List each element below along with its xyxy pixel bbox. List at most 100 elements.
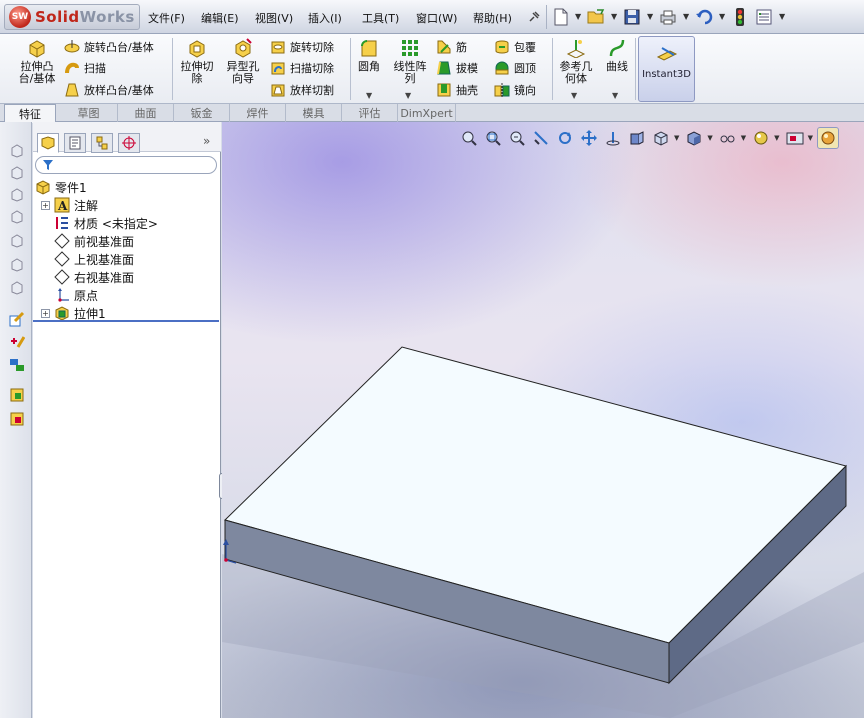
open-folder-icon[interactable] — [586, 7, 606, 27]
tree-item-annotations[interactable]: + A 注解 — [41, 196, 98, 214]
new-dropdown-icon[interactable]: ▼ — [575, 12, 581, 21]
fillet-button[interactable]: 圆角 — [354, 38, 384, 73]
instant3d-button[interactable]: Instant3D — [638, 36, 695, 102]
tree-item-origin[interactable]: 原点 — [54, 286, 98, 304]
print-icon[interactable] — [658, 7, 678, 27]
tree-item-front-plane[interactable]: 前视基准面 — [54, 232, 134, 250]
solidworks-logo[interactable]: SW SolidWorks — [4, 4, 140, 30]
dome-button[interactable]: 圆顶 — [494, 58, 536, 78]
menu-tools[interactable]: 工具(T) — [362, 10, 399, 26]
expand-toggle[interactable]: + — [41, 200, 50, 210]
linear-pattern-button[interactable]: 线性阵 列 — [388, 38, 432, 85]
tab-mold-tools[interactable]: 模具 — [286, 104, 342, 122]
zoom-to-fit-icon[interactable] — [458, 127, 480, 149]
curves-dropdown-icon[interactable]: ▼ — [612, 91, 618, 100]
reference-dropdown-icon[interactable]: ▼ — [571, 91, 577, 100]
loft-cut-button[interactable]: 放样切割 — [270, 80, 334, 100]
pin-menu-icon[interactable] — [524, 7, 544, 27]
extrude-boss-button[interactable]: 拉伸凸 台/基体 — [14, 38, 60, 85]
fillet-dropdown-icon[interactable]: ▼ — [366, 91, 372, 100]
edit-sketch-icon[interactable] — [8, 310, 26, 328]
property-manager-tab-icon[interactable] — [64, 133, 86, 153]
hole-wizard-button[interactable]: 异型孔 向导 — [222, 38, 264, 85]
save-dropdown-icon[interactable]: ▼ — [647, 12, 653, 21]
box-view-icon[interactable] — [8, 256, 26, 274]
feature-tree-filter[interactable] — [35, 156, 217, 174]
relations-icon[interactable] — [8, 356, 26, 374]
pan-view-icon[interactable] — [578, 127, 600, 149]
tab-features[interactable]: 特征 — [4, 104, 56, 123]
edit-appearance-icon[interactable] — [750, 127, 772, 149]
loft-boss-button[interactable]: 放样凸台/基体 — [64, 80, 154, 100]
pattern-dropdown-icon[interactable]: ▼ — [405, 91, 411, 100]
options-icon[interactable] — [754, 7, 774, 27]
menu-edit[interactable]: 编辑(E) — [201, 10, 239, 26]
previous-view-icon[interactable] — [506, 127, 528, 149]
expand-toggle[interactable]: + — [41, 308, 50, 318]
display-style-icon[interactable] — [683, 127, 705, 149]
configuration-manager-tab-icon[interactable] — [91, 133, 113, 153]
options-dropdown-icon[interactable]: ▼ — [779, 12, 785, 21]
menu-view[interactable]: 视图(V) — [255, 10, 293, 26]
undo-dropdown-icon[interactable]: ▼ — [719, 12, 725, 21]
dimxpert-manager-tab-icon[interactable] — [118, 133, 140, 153]
tree-item-top-plane[interactable]: 上视基准面 — [54, 250, 134, 268]
shell-button[interactable]: 抽壳 — [436, 80, 478, 100]
tab-sheet-metal[interactable]: 钣金 — [174, 104, 230, 122]
scene-dropdown-icon[interactable]: ▼ — [808, 134, 813, 142]
revolve-cut-button[interactable]: 旋转切除 — [270, 37, 334, 57]
tab-weldments[interactable]: 焊件 — [230, 104, 286, 122]
menu-file[interactable]: 文件(F) — [148, 10, 185, 26]
tab-surfaces[interactable]: 曲面 — [118, 104, 174, 122]
print-dropdown-icon[interactable]: ▼ — [683, 12, 689, 21]
menu-help[interactable]: 帮助(H) — [473, 10, 512, 26]
view-orientation-icon[interactable] — [626, 127, 648, 149]
sweep-button[interactable]: 扫描 — [64, 58, 106, 78]
sweep-cut-button[interactable]: 扫描切除 — [270, 58, 334, 78]
curves-button[interactable]: 曲线 — [602, 38, 632, 73]
box-view-icon[interactable] — [8, 186, 26, 204]
box-view-icon[interactable] — [8, 142, 26, 160]
rib-button[interactable]: 筋 — [436, 37, 467, 57]
mirror-button[interactable]: 镜向 — [494, 80, 536, 100]
smart-dimension-icon[interactable] — [8, 332, 26, 350]
feature-yellow-icon[interactable] — [8, 386, 26, 404]
reference-geometry-button[interactable]: 参考几 何体 — [556, 38, 596, 85]
feature-tree-tab-icon[interactable] — [37, 133, 59, 153]
new-document-icon[interactable] — [551, 7, 571, 27]
feature-yellow-icon[interactable] — [8, 410, 26, 428]
appearance-dropdown-icon[interactable]: ▼ — [774, 134, 779, 142]
tab-dimxpert[interactable]: DimXpert — [398, 104, 456, 122]
section-view-icon[interactable] — [530, 127, 552, 149]
tab-evaluate[interactable]: 评估 — [342, 104, 398, 122]
box-view-icon[interactable] — [8, 164, 26, 182]
standard-views-icon[interactable] — [650, 127, 672, 149]
draft-button[interactable]: 拔模 — [436, 58, 478, 78]
graphics-area[interactable]: ▼ ▼ ▼ ▼ ▼ — [222, 122, 864, 718]
realview-graphics-icon[interactable] — [816, 127, 839, 149]
extrude-cut-button[interactable]: 拉伸切 除 — [176, 38, 218, 85]
open-dropdown-icon[interactable]: ▼ — [611, 12, 617, 21]
hide-show-items-icon[interactable] — [717, 127, 739, 149]
zoom-to-area-icon[interactable] — [482, 127, 504, 149]
rebuild-traffic-light-icon[interactable] — [730, 7, 750, 27]
fm-more-tabs-button[interactable]: » — [203, 134, 210, 148]
tree-root-part[interactable]: 零件1 — [35, 178, 87, 196]
tree-item-right-plane[interactable]: 右视基准面 — [54, 268, 134, 286]
box-view-icon[interactable] — [8, 232, 26, 250]
menu-insert[interactable]: 插入(I) — [308, 10, 342, 26]
tab-sketch[interactable]: 草图 — [60, 104, 118, 122]
rotate-view-icon[interactable] — [554, 127, 576, 149]
rollback-bar[interactable] — [33, 320, 219, 322]
apply-scene-icon[interactable] — [784, 127, 806, 149]
hide-show-dropdown-icon[interactable]: ▼ — [741, 134, 746, 142]
standard-views-dropdown-icon[interactable]: ▼ — [674, 134, 679, 142]
tree-item-material[interactable]: 材质 <未指定> — [54, 214, 158, 232]
box-view-icon[interactable] — [8, 279, 26, 297]
undo-icon[interactable] — [694, 7, 714, 27]
revolve-boss-button[interactable]: 旋转凸台/基体 — [64, 37, 154, 57]
display-style-dropdown-icon[interactable]: ▼ — [707, 134, 712, 142]
roll-view-icon[interactable] — [602, 127, 624, 149]
menu-window[interactable]: 窗口(W) — [416, 10, 457, 26]
save-icon[interactable] — [622, 7, 642, 27]
